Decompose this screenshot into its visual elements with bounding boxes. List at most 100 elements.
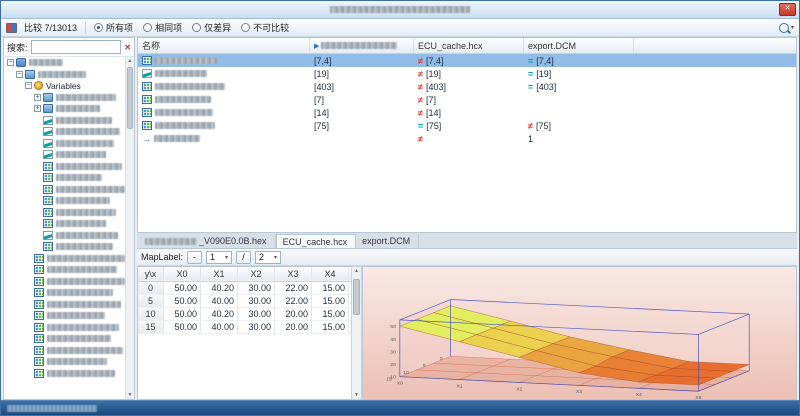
grid-cell[interactable]: 15.00 bbox=[312, 282, 349, 295]
compare-row[interactable]: →≠1 bbox=[138, 132, 796, 145]
column-header-ecu-cache[interactable]: ECU_cache.hcx bbox=[414, 38, 524, 53]
tree-item[interactable] bbox=[4, 322, 125, 334]
tree-item[interactable] bbox=[4, 356, 125, 368]
grid-row-header[interactable]: 0 bbox=[138, 282, 164, 295]
grid-col-header[interactable]: X0 bbox=[164, 267, 201, 281]
grid-cell[interactable]: 40.20 bbox=[201, 308, 238, 321]
grid-col-header[interactable]: X4 bbox=[312, 267, 349, 281]
grid-cell[interactable]: 15.00 bbox=[312, 321, 349, 334]
chevron-down-icon[interactable]: ▾ bbox=[225, 254, 228, 261]
grid-col-header[interactable]: X1 bbox=[201, 267, 238, 281]
tree-expander-icon[interactable]: + bbox=[34, 94, 41, 101]
grid-cell[interactable]: 30.00 bbox=[238, 308, 275, 321]
tree-item[interactable] bbox=[4, 287, 125, 299]
clear-search-button[interactable]: ✕ bbox=[124, 43, 131, 52]
masked-text bbox=[56, 232, 118, 239]
file-tab[interactable]: ECU_cache.hcx bbox=[276, 234, 357, 248]
tree-item[interactable] bbox=[4, 333, 125, 345]
grid-col-header[interactable]: X2 bbox=[238, 267, 275, 281]
tree-item[interactable] bbox=[4, 161, 125, 173]
tree-item[interactable] bbox=[4, 230, 125, 242]
chevron-down-icon[interactable]: ▾ bbox=[274, 254, 277, 261]
compare-row[interactable]: [14]≠[14] bbox=[138, 106, 796, 119]
tree-expander-icon[interactable]: − bbox=[7, 59, 14, 66]
grid-row-header[interactable]: 10 bbox=[138, 308, 164, 321]
tree-item[interactable] bbox=[4, 218, 125, 230]
tree-item[interactable] bbox=[4, 299, 125, 311]
grid-cell[interactable]: 40.00 bbox=[201, 295, 238, 308]
tree-item[interactable] bbox=[4, 126, 125, 138]
scroll-up-icon[interactable]: ▲ bbox=[126, 57, 134, 65]
tree-item[interactable]: + bbox=[4, 103, 125, 115]
grid-cell[interactable]: 50.00 bbox=[164, 321, 201, 334]
filter-radio[interactable]: 所有项 bbox=[94, 21, 133, 34]
grid-cell[interactable]: 15.00 bbox=[312, 295, 349, 308]
filter-radio[interactable]: 仅差异 bbox=[192, 21, 231, 34]
grid-cell[interactable]: 22.00 bbox=[275, 282, 312, 295]
tree-item[interactable] bbox=[4, 264, 125, 276]
tree-item[interactable] bbox=[4, 253, 125, 265]
grid-cell[interactable]: 20.00 bbox=[275, 308, 312, 321]
tree-item[interactable] bbox=[4, 241, 125, 253]
chevron-down-icon[interactable]: ▾ bbox=[791, 24, 794, 31]
file-tab[interactable]: export.DCM bbox=[356, 234, 419, 248]
filter-radio[interactable]: 相同项 bbox=[143, 21, 182, 34]
tree-item[interactable]: + bbox=[4, 92, 125, 104]
grid-cell[interactable]: 40.20 bbox=[201, 282, 238, 295]
compare-row[interactable]: [403]≠[403]=[403] bbox=[138, 80, 796, 93]
tree-expander-icon[interactable]: + bbox=[34, 105, 41, 112]
tree-item[interactable]: −Variables bbox=[4, 80, 125, 92]
grid-cell[interactable]: 15.00 bbox=[312, 308, 349, 321]
column-header-name[interactable]: 名称 bbox=[138, 38, 310, 53]
tree-item[interactable] bbox=[4, 276, 125, 288]
search-icon[interactable] bbox=[779, 23, 789, 33]
close-button[interactable]: ✕ bbox=[779, 3, 796, 16]
tree-item[interactable] bbox=[4, 184, 125, 196]
scroll-down-icon[interactable]: ▼ bbox=[352, 391, 361, 399]
file-tab[interactable]: _V090E0.0B.hex bbox=[139, 234, 276, 248]
tree-expander-icon[interactable]: − bbox=[25, 82, 32, 89]
column-header-hex-file[interactable]: ▶ bbox=[310, 38, 414, 53]
tree-item[interactable] bbox=[4, 115, 125, 127]
tree-item[interactable]: − bbox=[4, 57, 125, 69]
tree-item[interactable]: − bbox=[4, 69, 125, 81]
grid-cell[interactable]: 50.00 bbox=[164, 282, 201, 295]
index-spinner-2[interactable]: 2 ▾ bbox=[255, 251, 281, 264]
tree-item[interactable] bbox=[4, 138, 125, 150]
scrollbar-thumb[interactable] bbox=[353, 279, 360, 315]
tree-item[interactable] bbox=[4, 207, 125, 219]
grid-cell[interactable]: 20.00 bbox=[275, 321, 312, 334]
tree-item[interactable] bbox=[4, 149, 125, 161]
compare-row[interactable]: [19]≠[19]=[19] bbox=[138, 67, 796, 80]
tree-scrollbar[interactable]: ▲ ▼ bbox=[125, 57, 134, 399]
grid-cell[interactable]: 40.00 bbox=[201, 321, 238, 334]
scrollbar-thumb[interactable] bbox=[127, 67, 133, 129]
grid-cell[interactable]: 22.00 bbox=[275, 295, 312, 308]
index-spinner-1[interactable]: 1 ▾ bbox=[206, 251, 232, 264]
grid-row-header[interactable]: 15 bbox=[138, 321, 164, 334]
tree-item[interactable] bbox=[4, 172, 125, 184]
search-input[interactable] bbox=[31, 40, 122, 54]
scroll-up-icon[interactable]: ▲ bbox=[352, 267, 361, 275]
grid-cell[interactable]: 30.00 bbox=[238, 282, 275, 295]
divide-button[interactable]: / bbox=[236, 251, 251, 264]
grid-cell[interactable]: 30.00 bbox=[238, 295, 275, 308]
tree-item[interactable] bbox=[4, 310, 125, 322]
grid-scrollbar[interactable]: ▲ ▼ bbox=[351, 266, 362, 400]
column-header-export-dcm[interactable]: export.DCM bbox=[524, 38, 634, 53]
compare-row[interactable]: [7,4]≠[7,4]=[7,4] bbox=[138, 54, 796, 67]
tree-item[interactable] bbox=[4, 195, 125, 207]
compare-row[interactable]: [75]=[75]≠[75] bbox=[138, 119, 796, 132]
decrement-button[interactable]: - bbox=[187, 251, 202, 264]
tree-item[interactable] bbox=[4, 345, 125, 357]
tree-expander-icon[interactable]: − bbox=[16, 71, 23, 78]
tree-item[interactable] bbox=[4, 368, 125, 380]
grid-row-header[interactable]: 5 bbox=[138, 295, 164, 308]
grid-col-header[interactable]: X3 bbox=[275, 267, 312, 281]
grid-cell[interactable]: 50.00 bbox=[164, 308, 201, 321]
filter-radio[interactable]: 不可比较 bbox=[241, 21, 289, 34]
grid-cell[interactable]: 50.00 bbox=[164, 295, 201, 308]
grid-cell[interactable]: 30.00 bbox=[238, 321, 275, 334]
compare-row[interactable]: [7]≠[7] bbox=[138, 93, 796, 106]
scroll-down-icon[interactable]: ▼ bbox=[126, 391, 134, 399]
